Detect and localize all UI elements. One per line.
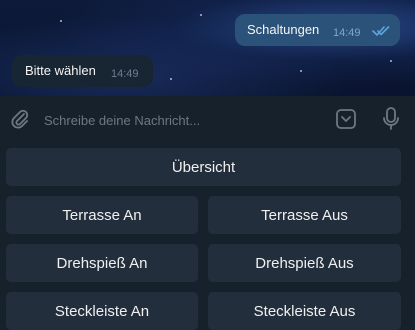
keyboard-button-steckleiste-aus[interactable]: Steckleiste Aus	[208, 292, 401, 330]
message-text: Schaltungen	[247, 22, 320, 37]
keyboard-button-overview[interactable]: Übersicht	[6, 148, 401, 186]
keyboard-button-terrasse-an[interactable]: Terrasse An	[6, 196, 198, 234]
keyboard-button-drehspiess-an[interactable]: Drehspieß An	[6, 244, 198, 282]
message-text: Bitte wählen	[25, 63, 96, 78]
background-star	[170, 78, 172, 80]
keyboard-button-terrasse-aus[interactable]: Terrasse Aus	[208, 196, 401, 234]
message-bubble-incoming[interactable]: Bitte wählen 14:49	[12, 55, 153, 87]
keyboard-button-steckleiste-an[interactable]: Steckleiste An	[6, 292, 198, 330]
background-star	[300, 70, 302, 72]
message-composer	[0, 96, 415, 143]
read-receipt-icon	[372, 26, 390, 36]
message-time: 14:49	[111, 68, 139, 80]
background-star	[200, 14, 202, 16]
keyboard-button-drehspiess-aus[interactable]: Drehspieß Aus	[208, 244, 401, 282]
message-bubble-outgoing[interactable]: Schaltungen 14:49	[235, 14, 400, 46]
background-star	[60, 20, 62, 22]
microphone-icon[interactable]	[381, 107, 401, 136]
reply-keyboard: Übersicht Terrasse An Terrasse Aus Drehs…	[0, 142, 415, 330]
paperclip-icon[interactable]	[9, 108, 31, 135]
message-input[interactable]	[42, 108, 316, 132]
chat-area: Schaltungen 14:49 Bitte wählen 14:49	[0, 0, 415, 96]
keyboard-toggle-icon[interactable]	[335, 108, 357, 135]
background-star	[390, 60, 392, 62]
message-time: 14:49	[333, 27, 361, 39]
